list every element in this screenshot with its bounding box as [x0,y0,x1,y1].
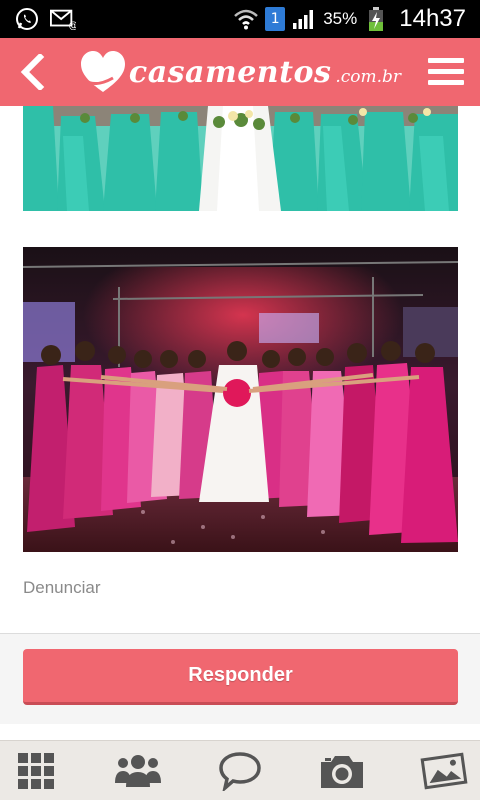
gallery-icon [420,752,468,789]
chevron-left-icon [20,54,45,90]
svg-text:@: @ [69,20,76,30]
email-icon: @ [50,6,76,32]
back-button[interactable] [6,46,58,98]
hamburger-menu-icon [428,58,464,85]
report-link[interactable]: Denunciar [23,578,101,598]
camera-icon [321,755,363,788]
wifi-icon [233,6,259,32]
community-icon [115,754,161,787]
logo-text: casamentos [128,54,332,90]
heart-logo-icon [80,51,125,92]
nav-camera[interactable] [310,743,374,799]
nav-chat[interactable] [208,743,272,799]
nav-gallery[interactable] [412,743,476,799]
nav-grid[interactable] [4,743,68,799]
menu-button[interactable] [420,46,472,98]
logo: casamentos .com.br [79,50,401,94]
signal-icon [291,6,317,32]
post-content: Denunciar Responder [0,106,480,740]
nav-community[interactable] [106,743,170,799]
battery-charging-icon [363,6,389,32]
status-bar: @ 1 35% [0,0,480,38]
sim-badge: 1 [265,7,286,31]
app-header: casamentos .com.br [0,38,480,106]
reply-button[interactable]: Responder [23,649,458,705]
logo-domain: .com.br [335,67,402,87]
photo-bridesmaids-pink[interactable] [23,247,458,552]
photo-bridesmaids-teal[interactable] [23,106,458,211]
clock: 14h37 [399,5,466,32]
bottom-nav [0,740,480,800]
grid-icon [18,752,54,789]
reply-bar: Responder [0,634,480,724]
battery-percent: 35% [323,9,358,28]
chat-icon [219,751,261,791]
whatsapp-icon [14,6,40,32]
